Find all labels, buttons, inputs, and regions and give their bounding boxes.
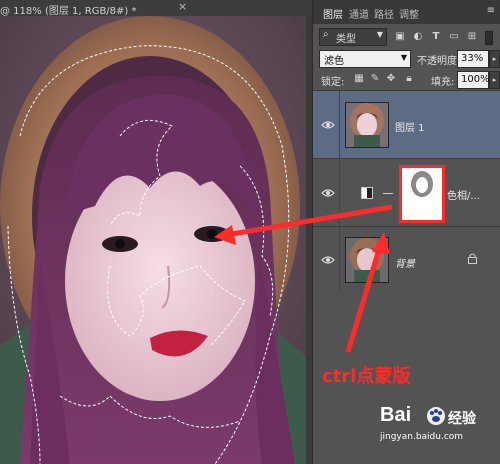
tab-channels[interactable]: 通道 [349, 6, 369, 21]
chevron-down-icon: ▼ [400, 53, 407, 62]
tab-paths[interactable]: 路径 [374, 6, 394, 21]
layers-panel: 图层 通道 路径 调整 ≡ ⌕ 类型 ▼ ▣ ◐ T ▭ ⊞ 滤色 ▼ 不透明度… [312, 0, 500, 464]
fill-field[interactable]: 100% [457, 71, 490, 89]
divider [339, 227, 340, 293]
smart-object-filter-icon[interactable]: ⊞ [465, 30, 479, 44]
layer-mask-thumbnail[interactable] [399, 165, 445, 223]
eye-icon[interactable] [321, 188, 335, 198]
blend-row: 滤色 ▼ 不透明度: 33% ▸ [313, 48, 500, 70]
blend-mode-select[interactable]: 滤色 ▼ [319, 50, 411, 68]
divider [339, 91, 340, 159]
layer-thumbnail[interactable] [345, 237, 389, 283]
eye-icon[interactable] [321, 255, 335, 265]
layer-row-hue-saturation[interactable]: 色相/... [313, 158, 500, 227]
chevron-down-icon: ▼ [376, 30, 383, 39]
layer-kind-label: 类型 [336, 34, 356, 45]
blend-mode-value: 滤色 [324, 56, 344, 67]
search-icon: ⌕ [323, 29, 329, 40]
layer-row-layer-1[interactable]: 图层 1 [313, 90, 500, 159]
document-tab[interactable]: @ 118% (图层 1, RGB/8#) * × [0, 0, 312, 17]
lock-row: 锁定: ▦ ✎ ✥ 🔒︎ 填充: 100% ▸ [313, 70, 500, 90]
lock-transparent-icon[interactable]: ▦ [353, 73, 365, 85]
divider [339, 159, 340, 227]
close-tab-icon[interactable]: × [178, 0, 187, 13]
image-filter-icon[interactable]: ▣ [393, 30, 407, 44]
panel-menu-icon[interactable]: ≡ [487, 5, 495, 16]
tab-adjustments[interactable]: 调整 [399, 6, 419, 21]
adjustment-filter-icon[interactable]: ◐ [411, 30, 425, 44]
panel-tab-bar: 图层 通道 路径 调整 ≡ [313, 0, 500, 24]
canvas-photo[interactable] [0, 16, 306, 464]
mask-link-icon[interactable] [383, 193, 393, 194]
layer-thumbnail[interactable] [345, 102, 389, 148]
filter-toggle[interactable] [485, 31, 493, 45]
layer-kind-select[interactable]: ⌕ 类型 ▼ [319, 28, 387, 46]
shape-filter-icon[interactable]: ▭ [447, 30, 461, 44]
lock-brush-icon[interactable]: ✎ [369, 73, 381, 85]
tab-layers[interactable]: 图层 [323, 6, 343, 21]
layer-filter-row: ⌕ 类型 ▼ ▣ ◐ T ▭ ⊞ [313, 26, 500, 48]
layer-name[interactable]: 背景 [395, 255, 415, 270]
fill-slider-toggle[interactable]: ▸ [489, 71, 500, 89]
eye-icon[interactable] [321, 120, 335, 130]
adjustment-layer-icon [361, 187, 373, 199]
lock-label: 锁定: [321, 77, 345, 88]
document-tab-title: @ 118% (图层 1, RGB/8#) * [0, 6, 137, 17]
layer-name[interactable]: 色相/... [447, 187, 480, 202]
layer-row-background[interactable]: 背景 [313, 226, 500, 294]
opacity-field[interactable]: 33% [457, 50, 489, 68]
document-window: @ 118% (图层 1, RGB/8#) * × [0, 0, 312, 464]
type-filter-icon[interactable]: T [429, 30, 443, 44]
lock-move-icon[interactable]: ✥ [385, 73, 397, 85]
layer-name[interactable]: 图层 1 [395, 119, 425, 134]
fill-label: 填充: [431, 77, 455, 88]
lock-icon [468, 253, 477, 264]
opacity-slider-toggle[interactable]: ▸ [489, 50, 500, 68]
opacity-label: 不透明度: [417, 56, 461, 67]
lock-all-icon[interactable]: 🔒︎ [403, 73, 415, 85]
layers-list-empty-area [313, 293, 500, 464]
